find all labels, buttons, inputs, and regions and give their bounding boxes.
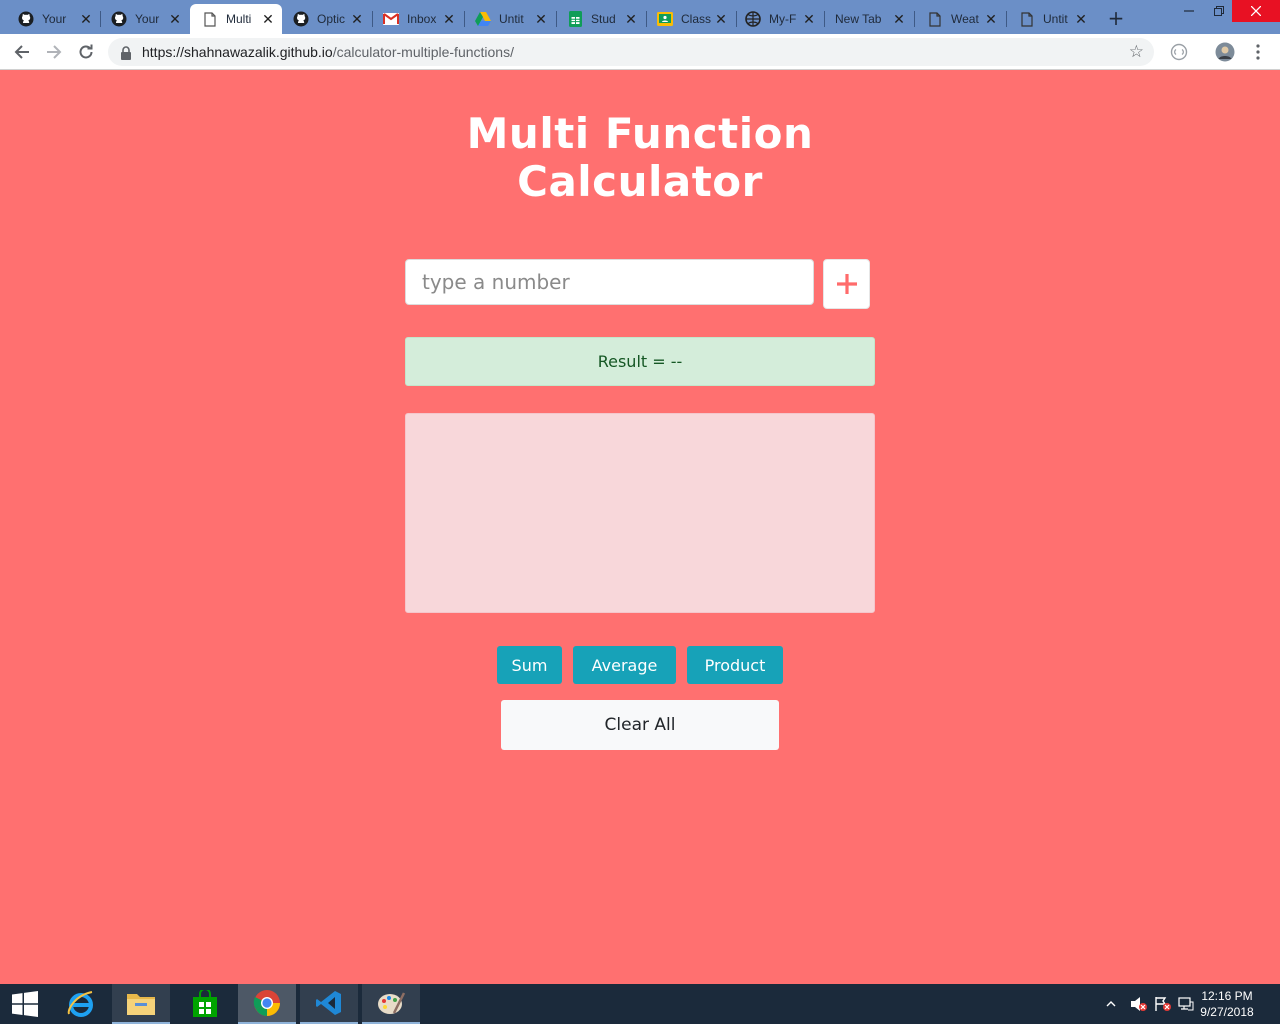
tab-close-icon[interactable]: ✕ xyxy=(167,11,183,28)
action-center-flag-icon[interactable] xyxy=(1154,984,1172,1024)
windows-taskbar: 12:16 PM 9/27/2018 xyxy=(0,984,1280,1024)
tab-gmail[interactable]: Inbox ✕ xyxy=(373,4,463,34)
tab-github-2[interactable]: Your ✕ xyxy=(101,4,189,34)
github-icon xyxy=(18,11,34,27)
github-icon xyxy=(111,11,127,27)
tab-close-icon[interactable]: ✕ xyxy=(260,11,276,28)
tab-label: Untit xyxy=(1043,12,1068,26)
sheets-icon xyxy=(567,11,583,27)
github-icon xyxy=(293,11,309,27)
tab-new-tab[interactable]: New Tab ✕ xyxy=(825,4,913,34)
product-button[interactable]: Product xyxy=(687,646,783,684)
drive-icon xyxy=(475,11,491,27)
windows-start-icon[interactable] xyxy=(0,984,50,1024)
tab-multi-function-calculator[interactable]: Multi ✕ xyxy=(190,4,282,34)
tab-label: Inbox xyxy=(407,12,437,26)
menu-kebab-icon[interactable] xyxy=(1248,42,1268,62)
page-icon xyxy=(202,11,218,27)
tab-label: Stud xyxy=(591,12,616,26)
volume-muted-icon[interactable] xyxy=(1130,984,1148,1024)
tab-close-icon[interactable]: ✕ xyxy=(983,11,999,28)
tab-weather[interactable]: Weat ✕ xyxy=(915,4,1005,34)
globe-icon xyxy=(745,11,761,27)
number-list xyxy=(405,413,875,613)
tab-close-icon[interactable]: ✕ xyxy=(801,11,817,28)
plus-icon xyxy=(836,274,857,294)
page-title: Multi Function Calculator xyxy=(340,110,940,206)
calculator-page: Multi Function Calculator Result = -- Su… xyxy=(0,70,1280,984)
tab-label: Class xyxy=(681,12,712,26)
tab-untitled[interactable]: Untit ✕ xyxy=(1007,4,1095,34)
system-clock[interactable]: 12:16 PM 9/27/2018 xyxy=(1192,988,1262,1020)
clock-date: 9/27/2018 xyxy=(1200,1005,1254,1019)
tab-close-icon[interactable]: ✕ xyxy=(349,11,365,28)
tab-label: My-F xyxy=(769,12,797,26)
profile-avatar[interactable] xyxy=(1215,42,1235,62)
lock-icon xyxy=(120,45,132,60)
show-hidden-icons[interactable] xyxy=(1106,984,1116,1024)
title-line-2: Calculator xyxy=(517,157,763,206)
tab-close-icon[interactable]: ✕ xyxy=(623,11,639,28)
tab-github-3[interactable]: Optic ✕ xyxy=(283,4,371,34)
tab-close-icon[interactable]: ✕ xyxy=(533,11,549,28)
tab-label: New Tab xyxy=(835,12,882,26)
vscode-icon[interactable] xyxy=(300,984,358,1024)
tab-my-f[interactable]: My-F ✕ xyxy=(737,4,823,34)
tab-github-1[interactable]: Your ✕ xyxy=(0,4,100,34)
window-close-icon[interactable] xyxy=(1232,0,1280,22)
sum-button[interactable]: Sum xyxy=(497,646,562,684)
url-path: /calculator-multiple-functions/ xyxy=(332,44,514,60)
tab-label: Multi xyxy=(226,12,252,26)
address-bar[interactable]: https://shahnawazalik.github.io/calculat… xyxy=(108,38,1154,66)
add-number-button[interactable] xyxy=(823,259,870,309)
tab-label: Weat xyxy=(951,12,979,26)
clear-all-button[interactable]: Clear All xyxy=(501,700,779,750)
tab-label: Your xyxy=(135,12,160,26)
back-arrow-icon[interactable] xyxy=(8,38,36,66)
gmail-icon xyxy=(383,11,399,27)
tab-classroom[interactable]: Class ✕ xyxy=(647,4,735,34)
tab-label: Your xyxy=(42,12,67,26)
tab-close-icon[interactable]: ✕ xyxy=(441,11,457,28)
tab-drive[interactable]: Untit ✕ xyxy=(465,4,555,34)
paint-icon[interactable] xyxy=(362,984,420,1024)
tab-close-icon[interactable]: ✕ xyxy=(78,11,94,28)
file-explorer-icon[interactable] xyxy=(112,984,170,1024)
page-icon xyxy=(1019,11,1035,27)
bookmark-star-icon[interactable]: ☆ xyxy=(1129,42,1144,62)
tab-label: Untit xyxy=(499,12,524,26)
tab-sheets[interactable]: Stud ✕ xyxy=(557,4,645,34)
result-display: Result = -- xyxy=(405,337,875,386)
browser-tab-strip: Your ✕ Your ✕ Multi ✕ Optic ✕ Inbox ✕ Un… xyxy=(0,0,1280,34)
url-host: https://shahnawazalik.github.io xyxy=(142,44,333,60)
internet-explorer-icon[interactable] xyxy=(52,984,110,1024)
tab-close-icon[interactable]: ✕ xyxy=(891,11,907,28)
classroom-icon xyxy=(657,11,673,27)
chrome-icon[interactable] xyxy=(238,984,296,1024)
tab-close-icon[interactable]: ✕ xyxy=(713,11,729,28)
page-icon xyxy=(927,11,943,27)
new-tab-plus-icon[interactable]: + xyxy=(1104,6,1128,30)
store-icon[interactable] xyxy=(176,984,234,1024)
extension-icon[interactable] xyxy=(1169,42,1189,62)
tab-label: Optic xyxy=(317,12,346,26)
url-text: https://shahnawazalik.github.io/calculat… xyxy=(142,44,514,60)
browser-toolbar: https://shahnawazalik.github.io/calculat… xyxy=(0,34,1280,70)
tab-close-icon[interactable]: ✕ xyxy=(1073,11,1089,28)
reload-icon[interactable] xyxy=(72,38,100,66)
average-button[interactable]: Average xyxy=(573,646,676,684)
title-line-1: Multi Function xyxy=(466,109,814,158)
forward-arrow-icon[interactable] xyxy=(40,38,68,66)
clock-time: 12:16 PM xyxy=(1201,989,1253,1003)
number-input[interactable] xyxy=(405,259,814,305)
